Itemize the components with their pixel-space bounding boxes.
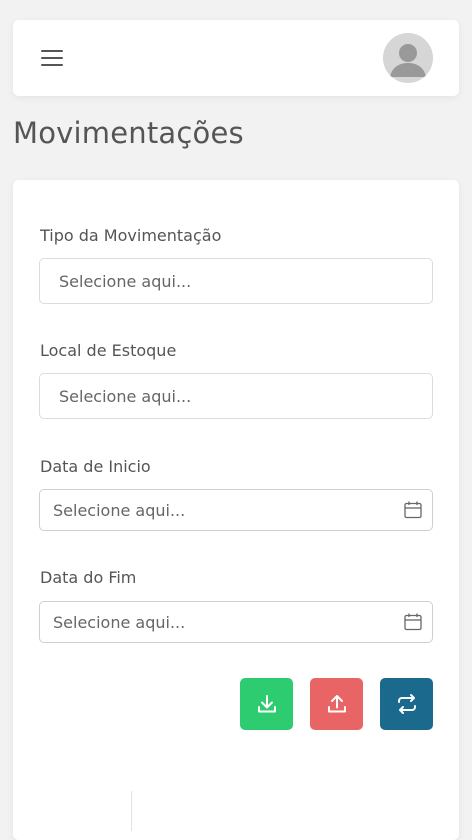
hamburger-icon-bar bbox=[41, 64, 63, 66]
data-inicio-label: Data de Inicio bbox=[40, 457, 151, 476]
transfer-icon bbox=[397, 694, 416, 714]
hamburger-menu-button[interactable] bbox=[39, 48, 65, 68]
data-inicio-input[interactable]: Selecione aqui... bbox=[39, 489, 433, 531]
transferencia-button[interactable] bbox=[380, 678, 433, 730]
local-estoque-select[interactable]: Selecione aqui... bbox=[39, 373, 433, 419]
tipo-movimentacao-placeholder: Selecione aqui... bbox=[59, 271, 192, 291]
user-avatar-svg bbox=[390, 44, 426, 77]
tipo-movimentacao-label: Tipo da Movimentação bbox=[40, 226, 222, 245]
calendar-icon[interactable] bbox=[403, 500, 423, 520]
page-title: Movimentações bbox=[13, 116, 244, 150]
user-avatar-icon[interactable] bbox=[383, 33, 433, 83]
content-divider bbox=[131, 791, 132, 831]
hamburger-icon bbox=[41, 50, 63, 52]
filter-card: Tipo da Movimentação Selecione aqui... L… bbox=[13, 180, 459, 840]
local-estoque-placeholder: Selecione aqui... bbox=[59, 386, 192, 406]
entrada-button[interactable] bbox=[240, 678, 293, 730]
download-icon bbox=[257, 695, 276, 713]
calendar-icon[interactable] bbox=[403, 612, 423, 632]
hamburger-icon-bar bbox=[41, 57, 63, 59]
top-navbar bbox=[13, 20, 459, 96]
data-fim-label: Data do Fim bbox=[40, 568, 137, 587]
upload-icon bbox=[327, 695, 346, 713]
local-estoque-label: Local de Estoque bbox=[40, 341, 177, 360]
saida-button[interactable] bbox=[310, 678, 363, 730]
data-fim-placeholder: Selecione aqui... bbox=[53, 612, 186, 632]
data-inicio-placeholder: Selecione aqui... bbox=[53, 500, 186, 520]
tipo-movimentacao-select[interactable]: Selecione aqui... bbox=[39, 258, 433, 304]
data-fim-input[interactable]: Selecione aqui... bbox=[39, 601, 433, 643]
